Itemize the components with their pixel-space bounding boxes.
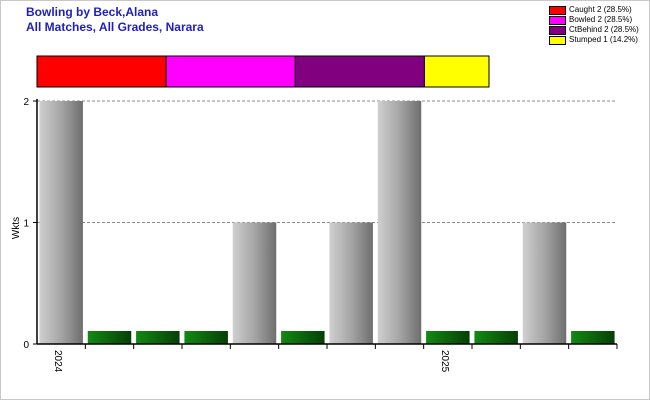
bar-zero xyxy=(184,331,228,344)
dismissal-stack-bar xyxy=(36,55,490,88)
stack-segment-caught xyxy=(36,55,167,88)
y-tick-label: 1 xyxy=(23,219,29,230)
bar-zero xyxy=(426,331,470,344)
bar xyxy=(39,101,83,344)
stack-segment-ctbehind xyxy=(294,55,425,88)
bar-zero xyxy=(571,331,615,344)
bar-zero xyxy=(281,331,325,344)
grid xyxy=(37,100,617,223)
y-tick-label: 2 xyxy=(23,97,29,108)
bar-zero xyxy=(474,331,518,344)
stack-segment-stumped xyxy=(423,55,490,88)
bar xyxy=(522,222,567,344)
bar xyxy=(377,101,422,344)
x-tick-label: 2025 xyxy=(439,350,450,373)
x-tick-label: 2024 xyxy=(52,350,63,373)
y-tick-label: 0 xyxy=(23,340,29,351)
chart-svg: 0 1 2 2024 2025 Wkts xyxy=(11,55,618,373)
y-axis-label: Wkts xyxy=(11,217,22,239)
bar xyxy=(232,222,277,344)
bar-zero xyxy=(136,331,180,344)
bars xyxy=(39,101,615,344)
stack-segment-bowled xyxy=(165,55,296,88)
bar xyxy=(329,222,373,344)
bar-zero xyxy=(87,331,132,344)
